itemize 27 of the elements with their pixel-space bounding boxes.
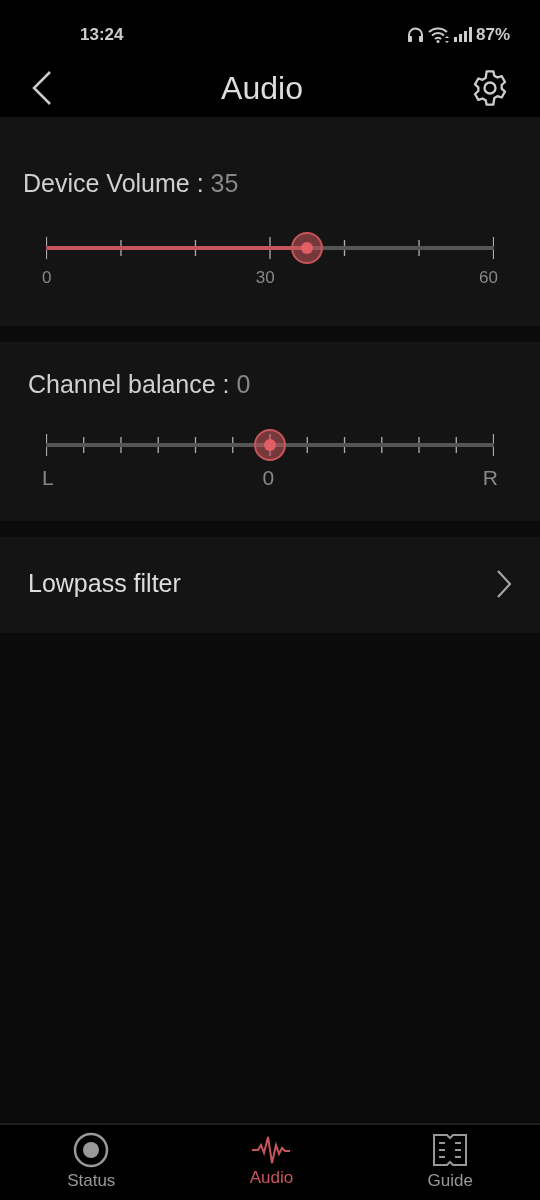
wifi-icon: [427, 26, 450, 43]
slider-value: 0: [236, 370, 251, 398]
tick-label: 0: [42, 266, 52, 289]
nav-tab[interactable]: Status: [0, 1125, 183, 1200]
slider-value: 35: [210, 169, 239, 197]
tick-label: 0: [262, 464, 275, 491]
menu-item[interactable]: Lowpass filter: [0, 537, 540, 633]
record-icon: [73, 1131, 110, 1168]
nav-tab[interactable]: Guide: [360, 1125, 540, 1200]
signal-icon: [453, 27, 472, 43]
slider-thumb[interactable]: [254, 428, 286, 461]
tick-label: 60: [479, 266, 498, 289]
back-button[interactable]: [30, 69, 54, 106]
slider-label: Device Volume :: [23, 169, 204, 197]
slider-label: Channel balance :: [28, 370, 230, 398]
tick-label: 30: [255, 266, 275, 289]
nav-tab[interactable]: Audio: [182, 1125, 361, 1200]
status-time: 13:24: [80, 24, 124, 46]
battery-level: 87%: [475, 24, 510, 46]
book-icon: [431, 1131, 470, 1168]
slider-thumb[interactable]: [291, 231, 324, 264]
waveform-icon: [251, 1134, 292, 1165]
headphones-icon: [406, 27, 424, 43]
tick-label: R: [482, 464, 498, 491]
chevron-right-icon: [496, 568, 512, 599]
tick-label: L: [42, 464, 54, 491]
page-title: Audio: [221, 68, 303, 108]
